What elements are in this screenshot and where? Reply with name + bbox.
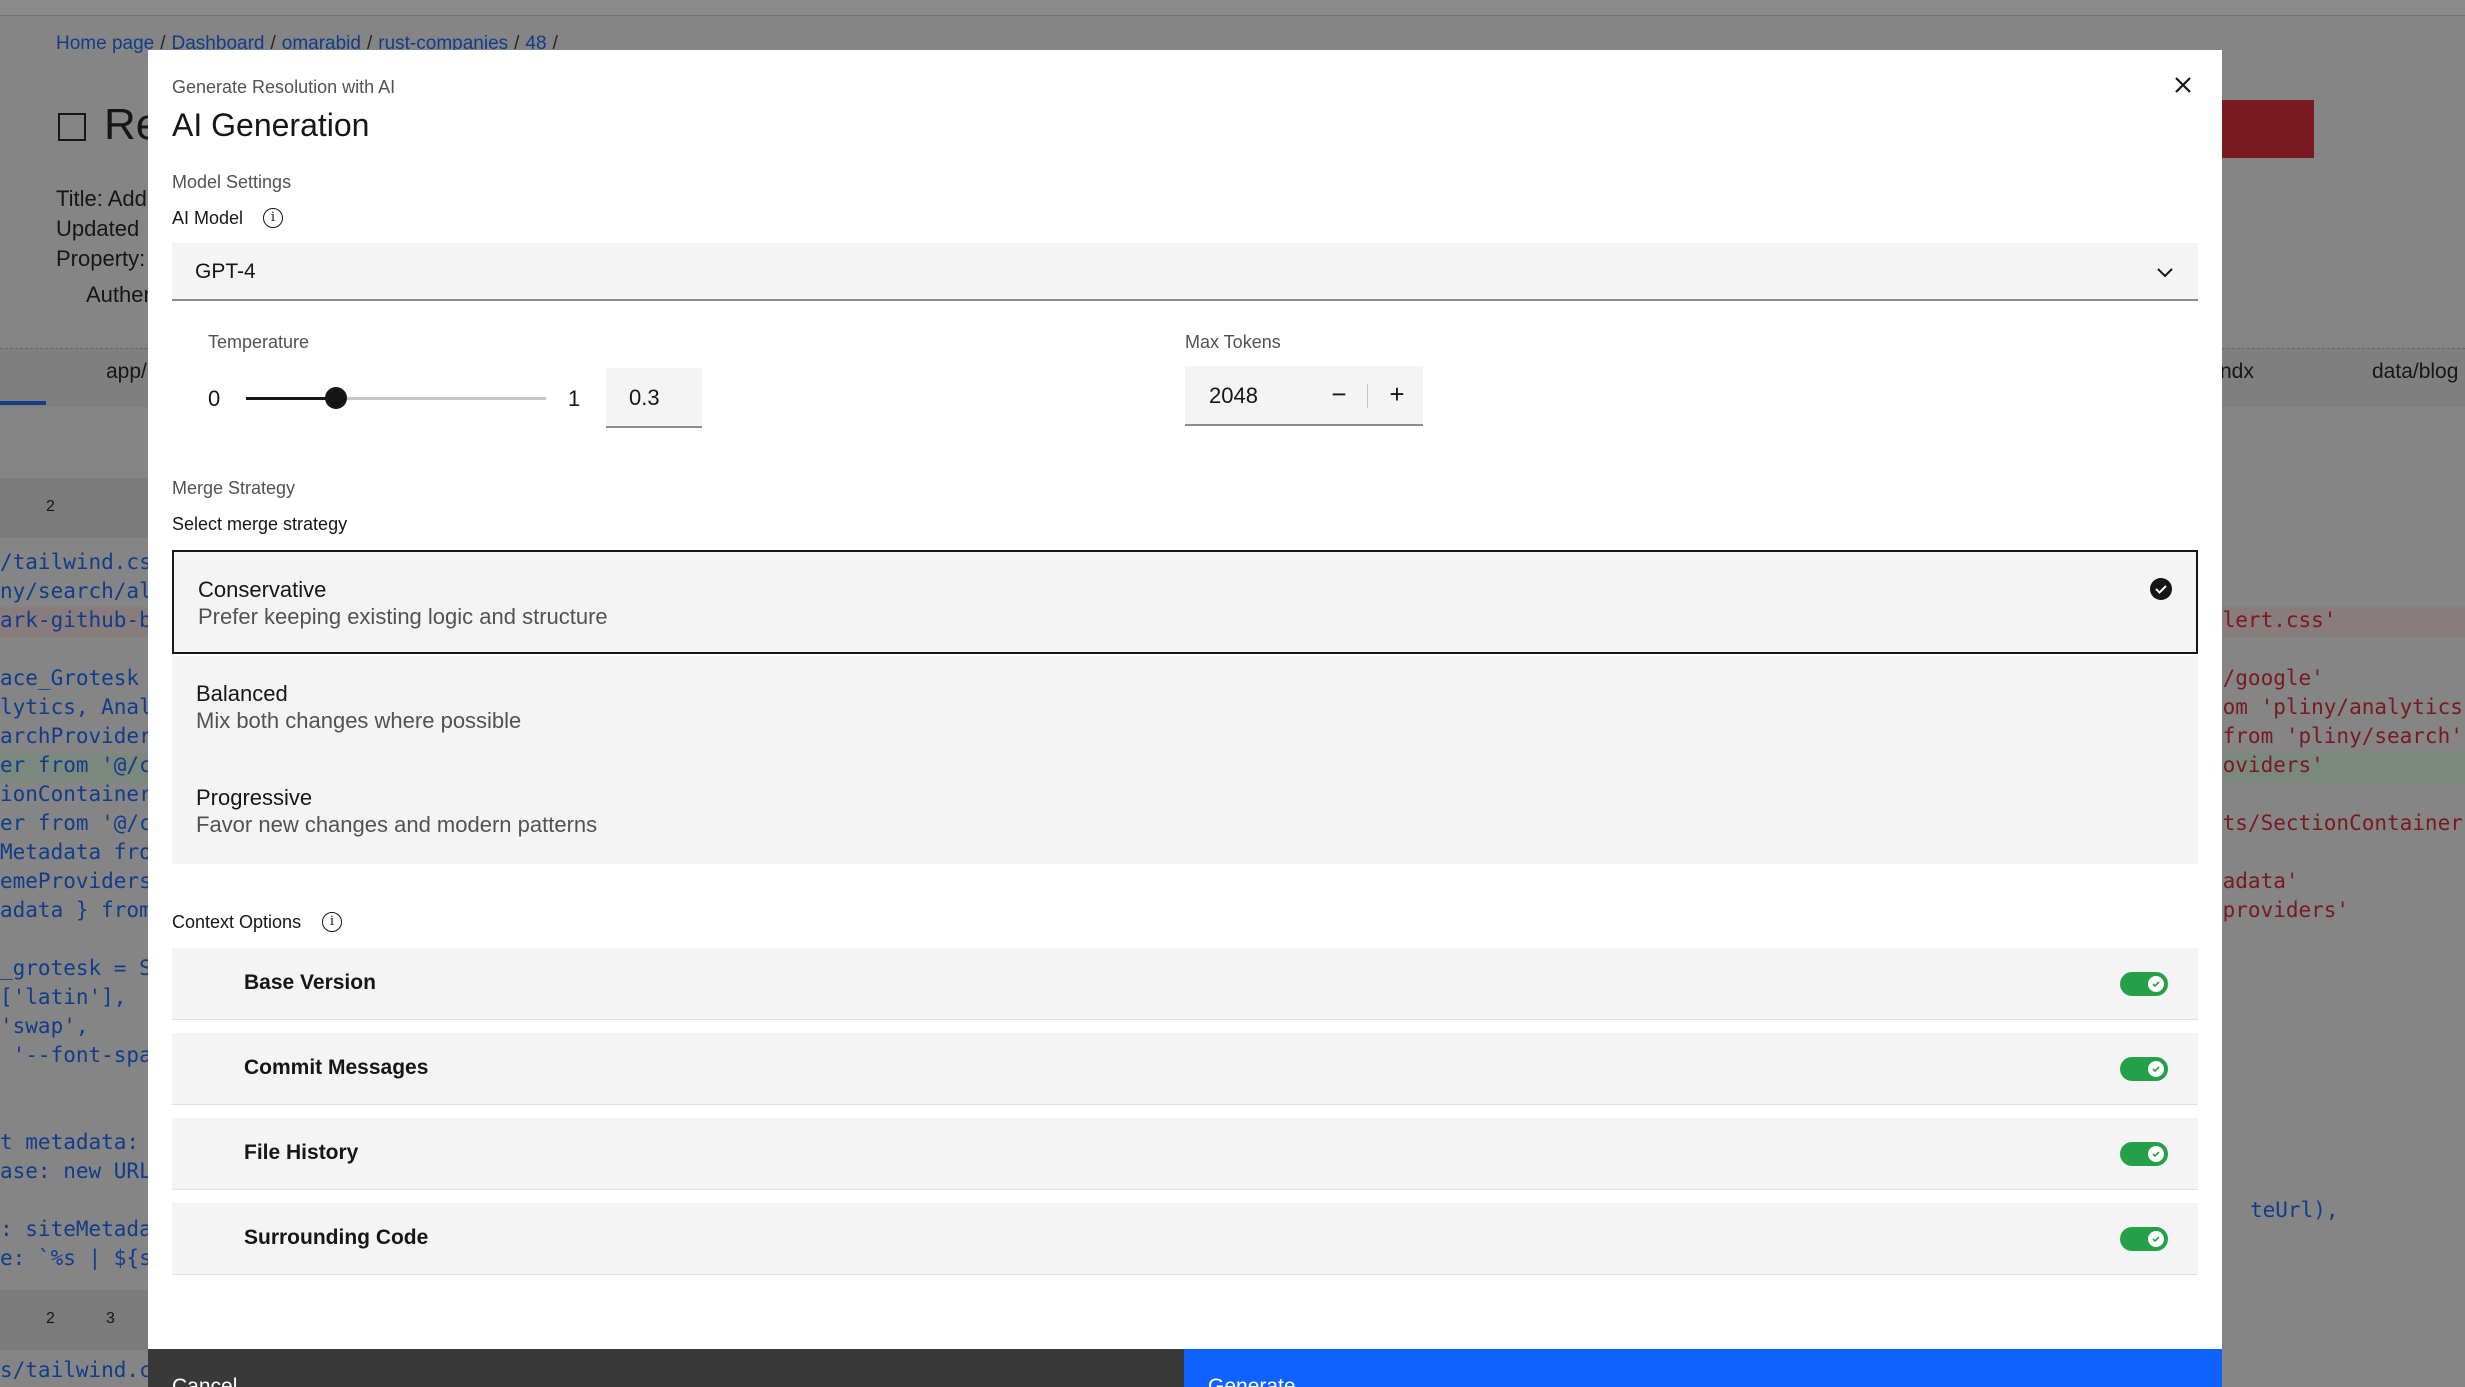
info-icon[interactable]: i xyxy=(263,208,283,228)
strategy-tile-conservative[interactable]: Conservative Prefer keeping existing log… xyxy=(172,550,2198,654)
ai-model-value: GPT-4 xyxy=(195,260,256,284)
generate-label: Generate xyxy=(1208,1375,1296,1387)
toggle-switch[interactable] xyxy=(2120,1142,2168,1166)
strategy-tile-balanced[interactable]: Balanced Mix both changes where possible xyxy=(172,656,2198,760)
generate-button[interactable]: Generate xyxy=(1184,1349,2222,1387)
context-option-file-history: File History xyxy=(172,1118,2198,1190)
info-icon[interactable]: i xyxy=(322,912,342,932)
option-label: Surrounding Code xyxy=(244,1226,428,1250)
modal-title: AI Generation xyxy=(172,107,369,144)
toggle-switch[interactable] xyxy=(2120,1057,2168,1081)
max-tokens-label: Max Tokens xyxy=(1185,332,1281,353)
tile-title: Conservative xyxy=(198,577,326,603)
context-options-label: Context Options xyxy=(172,912,301,933)
temperature-input[interactable]: 0.3 xyxy=(606,368,702,428)
modal-footer: Cancel Generate xyxy=(148,1349,2222,1387)
modal-label: Generate Resolution with AI xyxy=(172,77,395,98)
context-option-base-version: Base Version xyxy=(172,948,2198,1020)
ai-generation-modal: Generate Resolution with AI AI Generatio… xyxy=(148,50,2222,1387)
tile-description: Prefer keeping existing logic and struct… xyxy=(198,604,608,630)
temperature-slider-fill xyxy=(246,397,336,400)
context-option-commit-messages: Commit Messages xyxy=(172,1033,2198,1105)
merge-strategy-label: Merge Strategy xyxy=(172,478,295,499)
slider-max: 1 xyxy=(568,386,580,412)
tile-title: Progressive xyxy=(196,785,312,811)
toggle-switch[interactable] xyxy=(2120,972,2168,996)
slider-min: 0 xyxy=(208,386,220,412)
cancel-label: Cancel xyxy=(172,1375,237,1387)
strategy-tile-progressive[interactable]: Progressive Favor new changes and modern… xyxy=(172,760,2198,864)
max-tokens-value[interactable]: 2048 xyxy=(1209,383,1258,409)
increment-button[interactable]: + xyxy=(1369,366,1425,424)
context-option-surrounding-code: Surrounding Code xyxy=(172,1203,2198,1275)
cancel-button[interactable]: Cancel xyxy=(148,1349,1184,1387)
toggle-switch[interactable] xyxy=(2120,1227,2168,1251)
option-label: Commit Messages xyxy=(244,1056,428,1080)
tile-description: Favor new changes and modern patterns xyxy=(196,812,597,838)
ai-model-select[interactable]: GPT-4 xyxy=(172,243,2198,301)
tile-title: Balanced xyxy=(196,681,288,707)
model-settings-label: Model Settings xyxy=(172,172,291,193)
checkmark-icon xyxy=(2150,578,2172,600)
close-icon[interactable] xyxy=(2168,70,2198,100)
option-label: Base Version xyxy=(244,971,376,995)
max-tokens-stepper: 2048 − + xyxy=(1185,366,1423,426)
stepper-divider xyxy=(1367,384,1368,408)
temperature-slider-thumb[interactable] xyxy=(325,387,347,409)
option-label: File History xyxy=(244,1141,358,1165)
decrement-button[interactable]: − xyxy=(1311,366,1367,424)
temperature-label: Temperature xyxy=(208,332,309,353)
ai-model-label: AI Model xyxy=(172,208,243,229)
merge-strategy-sublabel: Select merge strategy xyxy=(172,514,347,535)
chevron-down-icon xyxy=(2154,261,2176,283)
tile-description: Mix both changes where possible xyxy=(196,708,521,734)
